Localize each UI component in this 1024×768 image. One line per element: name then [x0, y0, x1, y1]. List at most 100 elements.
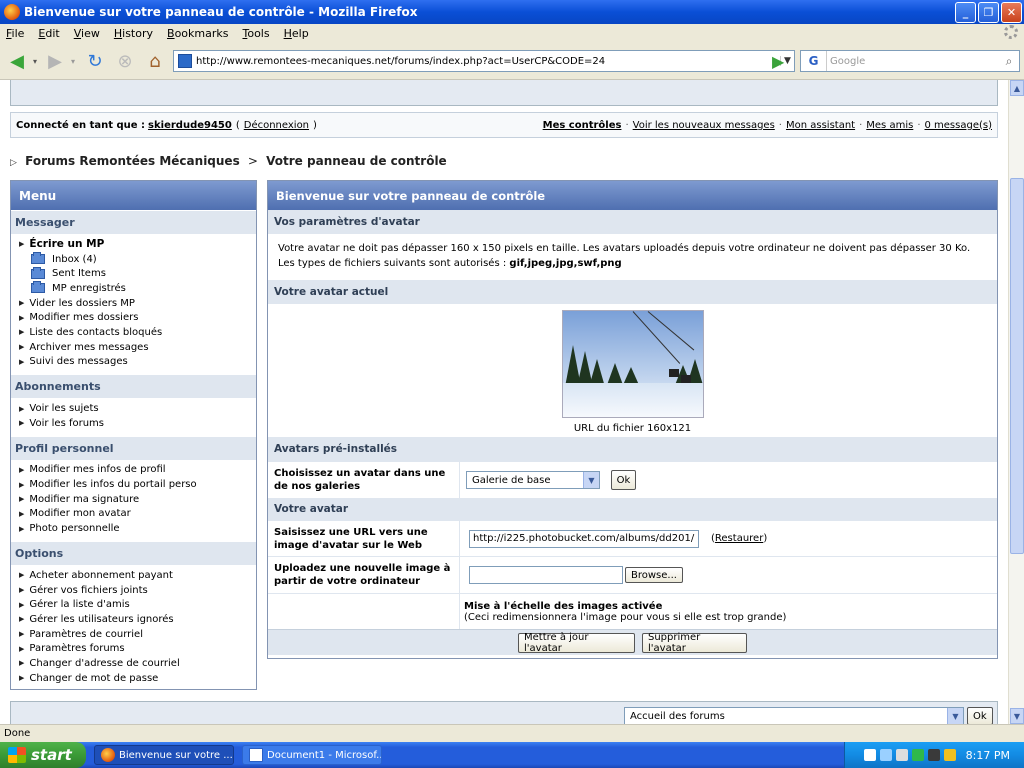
taskbar-item-firefox[interactable]: Bienvenue sur votre ...: [94, 745, 234, 765]
sidebar-item[interactable]: ▶ Gérer vos fichiers joints: [19, 583, 256, 598]
sidebar-item[interactable]: ▶ Modifier mon avatar: [19, 507, 256, 522]
my-friends-link[interactable]: Mes amis: [866, 120, 913, 131]
google-engine-icon[interactable]: G: [801, 51, 827, 71]
sidebar-item-label: Inbox (4): [52, 253, 97, 265]
display-icon[interactable]: [927, 749, 940, 761]
bullet-icon: ▶: [19, 343, 25, 352]
breadcrumb: ▷ Forums Remontées Mécaniques > Votre pa…: [10, 154, 447, 168]
sidebar-item[interactable]: ▶ Gérer les utilisateurs ignorés: [19, 612, 256, 627]
bullet-icon: ▶: [19, 586, 25, 595]
sidebar-item[interactable]: ▶ Modifier ma signature: [19, 492, 256, 507]
menu-history[interactable]: History: [114, 27, 153, 40]
system-tray: 8:17 PM: [844, 742, 1024, 768]
my-assistant-link[interactable]: Mon assistant: [786, 120, 855, 131]
forum-jump-select[interactable]: Accueil des forums ▼: [624, 707, 964, 724]
sidebar-item[interactable]: ▶ Acheter abonnement payant: [19, 568, 256, 583]
bullet-icon: ▶: [19, 600, 25, 609]
current-avatar-title: Votre avatar actuel: [268, 280, 997, 304]
security-icon[interactable]: [943, 749, 956, 761]
sidebar-item[interactable]: ▶ Voir les sujets: [19, 401, 256, 416]
help-icon[interactable]: [863, 749, 876, 761]
bullet-icon: ▶: [19, 328, 25, 337]
sidebar-item[interactable]: ▶ Paramètres forums: [19, 641, 256, 656]
home-icon[interactable]: ⌂: [142, 50, 168, 72]
avatar-url-input[interactable]: http://i225.photobucket.com/albums/dd201…: [469, 529, 699, 548]
sidebar-item[interactable]: ▶ Liste des contacts bloqués: [19, 325, 256, 340]
sidebar-item[interactable]: ▶ Archiver mes messages: [19, 340, 256, 355]
sidebar-item[interactable]: ▶ Vider les dossiers MP: [19, 296, 256, 311]
bullet-icon: ▶: [19, 630, 25, 639]
scroll-up-icon[interactable]: ▲: [1010, 80, 1024, 96]
forward-history-dropdown[interactable]: ▾: [68, 50, 78, 72]
menu-edit[interactable]: Edit: [38, 27, 59, 40]
forward-icon[interactable]: ▶: [42, 50, 68, 72]
menu-bookmarks[interactable]: Bookmarks: [167, 27, 228, 40]
back-history-dropdown[interactable]: ▾: [30, 50, 40, 72]
antivirus-icon[interactable]: [911, 749, 924, 761]
gallery-ok-button[interactable]: Ok: [611, 470, 636, 490]
menu-title: Menu: [11, 181, 256, 210]
sidebar-item[interactable]: ▶ Voir les forums: [19, 416, 256, 431]
scroll-thumb[interactable]: [1010, 178, 1024, 554]
sidebar-item-label: Sent Items: [52, 268, 106, 280]
menu-file[interactable]: File: [6, 27, 24, 40]
delete-avatar-button[interactable]: Supprimer l'avatar: [642, 632, 747, 654]
vertical-scrollbar[interactable]: ▲ ▼: [1008, 80, 1024, 724]
username-link[interactable]: skierdude9450: [148, 120, 232, 131]
maximize-button[interactable]: ❐: [978, 2, 999, 23]
avatar-image: [561, 310, 704, 418]
logout-link[interactable]: Déconnexion: [244, 120, 309, 131]
my-controls-link[interactable]: Mes contrôles: [543, 120, 622, 131]
status-text: Done: [4, 728, 31, 739]
volume-icon[interactable]: [895, 749, 908, 761]
gallery-select[interactable]: Galerie de base ▼: [466, 471, 600, 489]
sidebar-item[interactable]: ▶ Paramètres de courriel: [19, 627, 256, 642]
stop-icon[interactable]: ⊗: [113, 50, 137, 72]
bullet-icon: ▶: [19, 615, 25, 624]
menu-tools[interactable]: Tools: [242, 27, 269, 40]
sidebar-item[interactable]: ▶ Changer de mot de passe: [19, 671, 256, 686]
scroll-down-icon[interactable]: ▼: [1010, 708, 1024, 724]
sidebar-item[interactable]: Sent Items: [19, 266, 256, 281]
new-messages-link[interactable]: Voir les nouveaux messages: [633, 120, 775, 131]
menu-help[interactable]: Help: [284, 27, 309, 40]
menu-view[interactable]: View: [74, 27, 100, 40]
sidebar-item[interactable]: ▶ Modifier mes dossiers: [19, 310, 256, 325]
sidebar-item[interactable]: ▶ Modifier mes infos de profil: [19, 463, 256, 478]
sidebar-item[interactable]: Inbox (4): [19, 252, 256, 267]
go-icon[interactable]: ▶: [772, 52, 784, 71]
sidebar-item[interactable]: ▶ Photo personnelle: [19, 521, 256, 536]
start-button[interactable]: start: [0, 742, 86, 768]
forum-jump-ok-button[interactable]: Ok: [967, 707, 993, 724]
sidebar-item-label: Archiver mes messages: [29, 341, 149, 353]
taskbar-item-word[interactable]: Document1 - Microsof...: [242, 745, 382, 765]
sidebar-item[interactable]: MP enregistrés: [19, 281, 256, 296]
update-avatar-button[interactable]: Mettre à jour l'avatar: [518, 632, 635, 654]
start-label: start: [31, 746, 72, 764]
restore-link[interactable]: Restaurer: [715, 533, 763, 544]
url-bar[interactable]: http://www.remontees-mecaniques.net/foru…: [173, 50, 795, 72]
user-links: Mes contrôles · Voir les nouveaux messag…: [543, 120, 992, 131]
upload-controls: Browse...: [460, 557, 997, 593]
back-icon[interactable]: ◀: [4, 50, 30, 72]
breadcrumb-forum-link[interactable]: Forums Remontées Mécaniques: [25, 154, 240, 168]
messages-count-link[interactable]: 0 message(s): [925, 120, 993, 131]
minimize-button[interactable]: _: [955, 2, 976, 23]
search-icon[interactable]: ⌕: [999, 54, 1019, 69]
browse-button[interactable]: Browse...: [625, 567, 683, 583]
sidebar-item[interactable]: ▶ Gérer la liste d'amis: [19, 597, 256, 612]
sidebar-item[interactable]: ▶ Écrire un MP: [19, 237, 256, 252]
search-box[interactable]: G Google ⌕: [800, 50, 1020, 72]
bullet-icon: ▶: [19, 419, 25, 428]
gallery-controls: Galerie de base ▼ Ok: [460, 462, 997, 498]
close-button[interactable]: ✕: [1001, 2, 1022, 23]
separator: ·: [778, 119, 782, 131]
reload-icon[interactable]: ↻: [83, 50, 107, 72]
sidebar-item-label: Suivi des messages: [29, 356, 128, 368]
sidebar-item[interactable]: ▶ Suivi des messages: [19, 355, 256, 370]
network-icon[interactable]: [879, 749, 892, 761]
sidebar-item[interactable]: ▶ Changer d'adresse de courriel: [19, 656, 256, 671]
upload-file-input[interactable]: [469, 566, 623, 584]
separator: ·: [859, 119, 863, 131]
sidebar-item[interactable]: ▶ Modifier les infos du portail perso: [19, 477, 256, 492]
